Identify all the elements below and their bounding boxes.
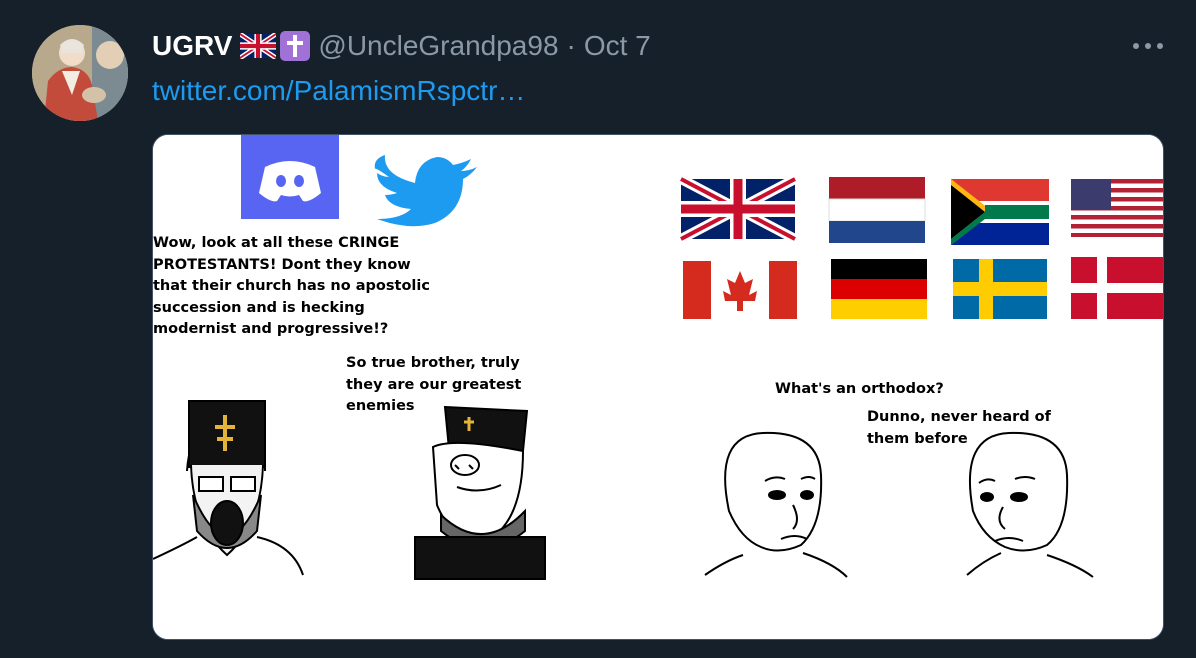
avatar[interactable] [32, 25, 128, 121]
meme-caption-4: Dunno, never heard of them before [867, 409, 1051, 447]
tweet[interactable]: UGRV @UncleGrandpa98 · Oct 7 twitter.com… [0, 0, 1196, 658]
meme-image [153, 135, 1163, 639]
flag-germany-icon [831, 259, 927, 319]
tweet-media-image[interactable]: Wow, look at all these CRINGE PROTESTANT… [152, 134, 1164, 640]
flag-denmark-icon [1071, 257, 1163, 319]
flag-south-africa-icon [951, 179, 1049, 245]
more-horizontal-icon[interactable] [1128, 28, 1168, 64]
separator-dot: · [566, 30, 576, 61]
meme-caption-3: What's an orthodox? [775, 381, 944, 397]
latin-cross-emoji-icon [280, 31, 311, 61]
uk-flag-emoji-icon [239, 32, 278, 60]
tweet-link[interactable]: twitter.com/PalamismRspctr… [152, 75, 525, 107]
flag-uk-icon [678, 174, 798, 244]
avatar-painting-icon [32, 25, 128, 121]
flag-canada-icon [683, 261, 797, 319]
tweet-header: UGRV @UncleGrandpa98 · Oct 7 [152, 26, 651, 66]
flag-sweden-icon [953, 259, 1047, 319]
meme-caption-2: So true brother, truly they are our grea… [346, 355, 522, 414]
user-handle[interactable]: @UncleGrandpa98 [318, 30, 558, 62]
flag-usa-icon [1071, 179, 1163, 237]
meme-caption-1: Wow, look at all these CRINGE PROTESTANT… [153, 235, 430, 337]
display-name[interactable]: UGRV [152, 30, 232, 62]
discord-logo-icon [241, 135, 339, 219]
flag-netherlands-icon [828, 177, 926, 243]
timestamp[interactable]: Oct 7 [584, 30, 651, 62]
